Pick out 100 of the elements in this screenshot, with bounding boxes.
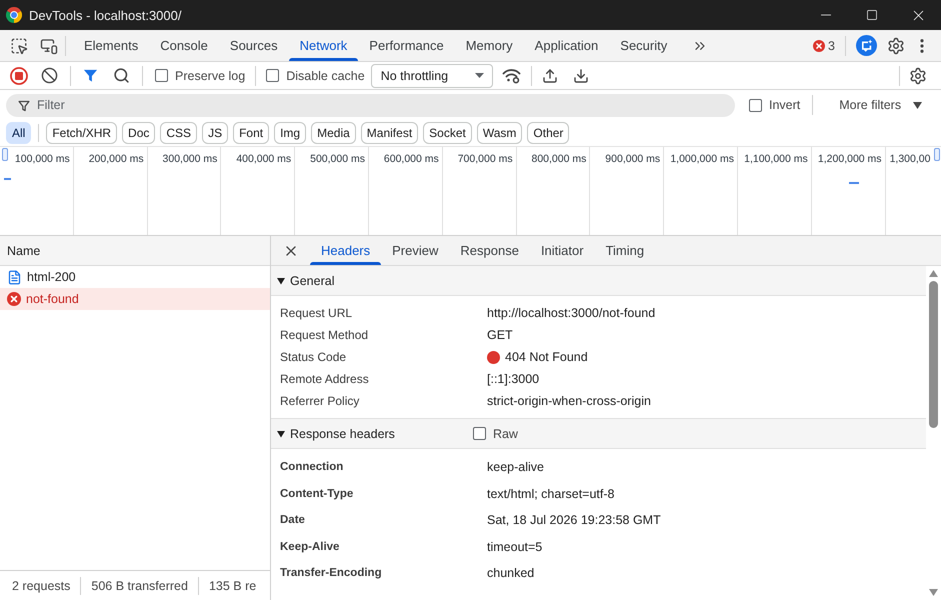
type-filter[interactable]: CSS: [160, 122, 198, 144]
header-value: timeout=5: [487, 540, 542, 554]
section-title: General: [290, 274, 334, 288]
window-title: DevTools - localhost:3000/: [29, 8, 182, 22]
time-tick-label: 500,000 ms: [310, 153, 365, 165]
detail-tab[interactable]: Initiator: [530, 236, 595, 265]
document-icon: [7, 270, 22, 284]
column-header[interactable]: Name: [0, 236, 270, 266]
section-header[interactable]: Response headers Raw: [271, 419, 926, 449]
header-value: chunked: [487, 566, 534, 580]
panel-tab[interactable]: Console: [149, 30, 219, 61]
detail-tab[interactable]: Headers: [310, 236, 382, 265]
request-row[interactable]: not-found: [0, 288, 270, 310]
header-value: GET: [487, 328, 513, 342]
request-marker: [4, 178, 11, 180]
summary-text: 135 B re: [208, 578, 258, 592]
detail-tab[interactable]: Response: [449, 236, 530, 265]
type-filter[interactable]: Other: [527, 122, 570, 144]
error-count[interactable]: 3: [828, 38, 835, 52]
scrollbar-thumb[interactable]: [929, 281, 938, 428]
settings-icon[interactable]: [909, 66, 927, 84]
header-value: strict-origin-when-cross-origin: [487, 394, 651, 408]
error-icon: [7, 292, 21, 306]
throttling-select[interactable]: No throttling: [370, 64, 493, 88]
checkbox-label[interactable]: Raw: [492, 426, 518, 440]
checkbox[interactable]: [749, 98, 762, 112]
panel-tab[interactable]: Application: [524, 30, 610, 61]
wifi-settings-icon[interactable]: [502, 68, 521, 84]
time-tick-label: 900,000 ms: [605, 153, 660, 165]
time-tick-label: 100,000 ms: [14, 153, 70, 165]
panel-tab[interactable]: Performance: [358, 30, 455, 61]
caret-icon: [913, 102, 922, 108]
scroll-up-icon[interactable]: [929, 270, 938, 277]
type-filter[interactable]: All: [6, 122, 32, 144]
panel-tab[interactable]: Network: [288, 30, 358, 61]
type-filter[interactable]: Wasm: [476, 122, 522, 144]
header-name: Date: [280, 514, 306, 526]
clear-icon[interactable]: [41, 67, 58, 84]
device-icon[interactable]: [40, 36, 58, 54]
time-tick-label: 1,300,00: [890, 153, 930, 165]
request-marker: [849, 182, 859, 184]
search-icon[interactable]: [113, 67, 130, 84]
request-row[interactable]: html-200: [0, 266, 270, 288]
detail-tab[interactable]: Timing: [594, 236, 656, 265]
range-handle[interactable]: [934, 148, 940, 161]
type-filter[interactable]: Img: [274, 122, 306, 144]
checkbox[interactable]: [155, 69, 168, 82]
type-filter[interactable]: Socket: [423, 122, 472, 144]
upload-icon[interactable]: [542, 68, 558, 84]
panel-tab[interactable]: Security: [609, 30, 678, 61]
type-filter[interactable]: Fetch/XHR: [46, 122, 118, 144]
checkbox-label[interactable]: Invert: [769, 98, 800, 112]
header-name: Keep-Alive: [280, 540, 340, 553]
maximize-icon[interactable]: [866, 9, 878, 21]
header-name: Transfer-Encoding: [280, 567, 383, 580]
more-filters-dropdown[interactable]: More filters: [839, 98, 902, 112]
header-value: [::1]:3000: [487, 372, 540, 386]
caret-icon: [474, 73, 484, 78]
checkbox-label[interactable]: Disable cache: [286, 68, 365, 82]
section-header[interactable]: General: [271, 266, 926, 296]
header-value: Sat, 18 Jul 2026 19:23:58 GMT: [487, 513, 661, 528]
inspect-icon[interactable]: [10, 36, 28, 54]
time-tick-label: 400,000 ms: [236, 153, 292, 165]
filter-field[interactable]: Filter: [6, 94, 735, 116]
stop-recording-icon[interactable]: [10, 66, 28, 84]
error-icon: [813, 40, 826, 52]
header-value: text/html; charset=utf-8: [487, 486, 614, 501]
settings-icon[interactable]: [887, 36, 905, 54]
header-name: Request Method: [280, 328, 370, 342]
time-tick-label: 200,000 ms: [88, 153, 144, 165]
filter-icon[interactable]: [83, 68, 98, 83]
download-icon[interactable]: [572, 68, 589, 84]
summary-text: 506 B transferred: [90, 578, 189, 592]
checkbox[interactable]: [266, 69, 280, 82]
detail-tab[interactable]: Preview: [381, 236, 450, 265]
checkbox-label[interactable]: Preserve log: [175, 68, 246, 82]
time-tick-label: 1,000,000 ms: [670, 153, 734, 165]
type-filter[interactable]: Media: [311, 122, 356, 144]
section-title: Response headers: [290, 426, 395, 440]
type-filter[interactable]: Doc: [122, 122, 156, 144]
time-tick-label: 300,000 ms: [162, 153, 218, 165]
panel-tab[interactable]: Memory: [454, 30, 524, 61]
type-filter[interactable]: JS: [202, 122, 228, 144]
header-name: Referrer Policy: [280, 394, 360, 408]
header-name: Status Code: [280, 350, 348, 364]
header-name: Connection: [280, 461, 344, 474]
panel-tab[interactable]: Elements: [73, 30, 150, 61]
filter-icon: [18, 100, 30, 112]
header-value: http://localhost:3000/not-found: [487, 306, 656, 320]
panel-tab[interactable]: Sources: [218, 30, 289, 61]
chat-sparkle-icon[interactable]: [856, 35, 877, 56]
type-filter[interactable]: Manifest: [360, 122, 418, 144]
scroll-down-icon[interactable]: [929, 589, 938, 596]
app-logo-icon: [6, 7, 22, 23]
time-tick-label: 1,100,000 ms: [744, 153, 808, 165]
type-filter[interactable]: Font: [233, 122, 270, 144]
checkbox[interactable]: [472, 427, 486, 440]
time-tick-label: 1,200,000 ms: [818, 153, 882, 165]
range-handle[interactable]: [2, 148, 8, 161]
header-value: 404 Not Found: [505, 350, 588, 364]
